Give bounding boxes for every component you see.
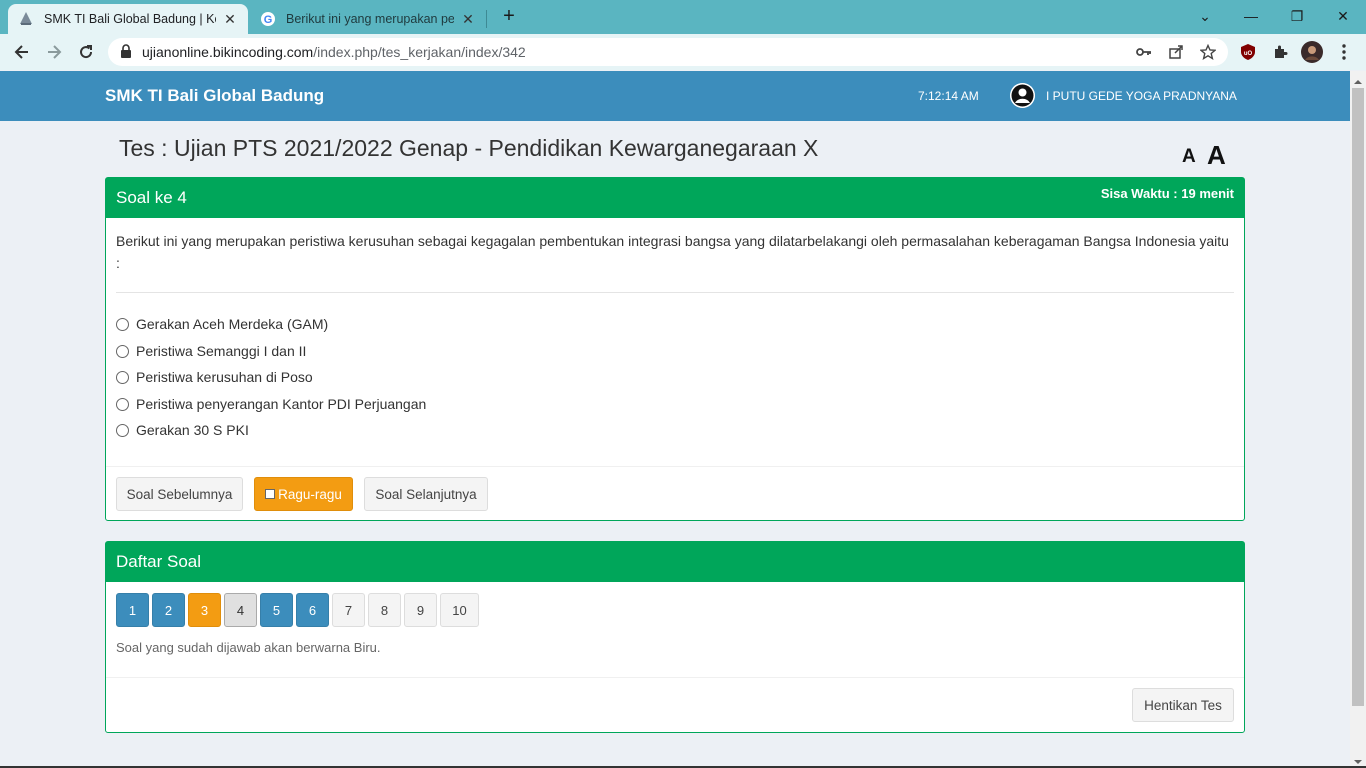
- question-number-button[interactable]: 6: [296, 593, 329, 627]
- extensions-puzzle-icon[interactable]: [1269, 41, 1291, 63]
- back-arrow-icon[interactable]: [10, 40, 34, 64]
- answer-option-label: Peristiwa kerusuhan di Poso: [136, 369, 313, 385]
- scroll-up-arrow-icon[interactable]: [1353, 74, 1363, 84]
- svg-text:G: G: [264, 14, 273, 26]
- answer-option-label: Gerakan 30 S PKI: [136, 422, 249, 438]
- question-list-title: Daftar Soal: [116, 552, 202, 571]
- browser-tab-active[interactable]: SMK TI Bali Global Badung | Kerja ✕: [8, 4, 248, 34]
- answer-radio[interactable]: [116, 317, 129, 331]
- question-box-footer-divider: [106, 466, 1244, 467]
- answer-radio[interactable]: [116, 370, 129, 384]
- answer-radio[interactable]: [116, 344, 129, 358]
- next-question-button[interactable]: Soal Selanjutnya: [364, 477, 488, 511]
- answer-option[interactable]: Peristiwa penyerangan Kantor PDI Perjuan…: [116, 396, 426, 412]
- previous-question-button[interactable]: Soal Sebelumnya: [116, 477, 243, 511]
- new-tab-plus-icon[interactable]: +: [498, 5, 520, 27]
- browser-tab-inactive[interactable]: G Berikut ini yang merupakan peris ✕: [250, 4, 486, 34]
- google-favicon-icon: G: [260, 11, 276, 27]
- bookmark-star-icon[interactable]: [1198, 42, 1218, 62]
- question-list-footer-divider: [106, 677, 1244, 678]
- share-icon[interactable]: [1166, 42, 1186, 62]
- scroll-down-arrow-icon[interactable]: [1353, 754, 1363, 764]
- answer-option[interactable]: Peristiwa Semanggi I dan II: [116, 343, 306, 359]
- site-brand[interactable]: SMK TI Bali Global Badung: [105, 86, 324, 106]
- answer-option[interactable]: Gerakan Aceh Merdeka (GAM): [116, 316, 328, 332]
- question-number-title: Soal ke 4: [116, 188, 187, 207]
- forward-arrow-icon[interactable]: [42, 40, 66, 64]
- stop-test-button[interactable]: Hentikan Tes: [1132, 688, 1234, 722]
- font-decrease-button[interactable]: A: [1182, 146, 1196, 168]
- svg-text:uO: uO: [1244, 51, 1253, 57]
- ublock-extension-icon[interactable]: uO: [1237, 41, 1259, 63]
- doubt-label: Ragu-ragu: [278, 486, 342, 502]
- question-number-button[interactable]: 2: [152, 593, 185, 627]
- reload-icon[interactable]: [74, 40, 98, 64]
- browser-menu-icon[interactable]: [1333, 41, 1355, 63]
- user-name[interactable]: I PUTU GEDE YOGA PRADNYANA: [1046, 89, 1237, 103]
- question-number-button[interactable]: 1: [116, 593, 149, 627]
- site-header: SMK TI Bali Global Badung 7:12:14 AM I P…: [0, 71, 1350, 121]
- tab-separator: [486, 10, 487, 28]
- browser-tab-bar: SMK TI Bali Global Badung | Kerja ✕ G Be…: [0, 0, 1366, 34]
- browser-toolbar: ujianonline.bikincoding.com/index.php/te…: [0, 34, 1366, 70]
- question-list-box: Daftar Soal 1 2 3 4 5 6 7 8 9 10 Soal ya…: [105, 541, 1245, 733]
- question-number-button[interactable]: 7: [332, 593, 365, 627]
- scroll-thumb[interactable]: [1352, 88, 1364, 706]
- tab-search-chevron-icon[interactable]: ⌄: [1182, 4, 1228, 28]
- answer-radio[interactable]: [116, 423, 129, 437]
- doubt-button[interactable]: Ragu-ragu: [254, 477, 353, 511]
- question-text: Berikut ini yang merupakan peristiwa ker…: [116, 233, 1229, 271]
- minimize-icon[interactable]: —: [1228, 4, 1274, 28]
- tab-title: Berikut ini yang merupakan peris: [286, 12, 454, 26]
- tab-title: SMK TI Bali Global Badung | Kerja: [44, 12, 216, 26]
- question-box: Soal ke 4 Sisa Waktu : 19 menit Berikut …: [105, 177, 1245, 521]
- question-number-button[interactable]: 9: [404, 593, 437, 627]
- question-number-button[interactable]: 10: [440, 593, 479, 627]
- lock-icon: [120, 43, 134, 61]
- answer-radio[interactable]: [116, 397, 129, 411]
- profile-avatar-icon[interactable]: [1301, 41, 1323, 63]
- page-scrollbar[interactable]: [1350, 71, 1366, 768]
- question-number-button[interactable]: 4: [224, 593, 257, 627]
- key-icon[interactable]: [1134, 42, 1154, 62]
- answer-option-label: Peristiwa Semanggi I dan II: [136, 343, 307, 359]
- question-number-button[interactable]: 5: [260, 593, 293, 627]
- question-number-button[interactable]: 8: [368, 593, 401, 627]
- school-favicon-icon: [18, 11, 34, 27]
- question-number-button[interactable]: 3: [188, 593, 221, 627]
- answer-option-label: Gerakan Aceh Merdeka (GAM): [136, 316, 329, 332]
- question-list-header: Daftar Soal: [106, 542, 1244, 582]
- question-divider: [116, 292, 1234, 293]
- close-window-icon[interactable]: ✕: [1320, 4, 1366, 28]
- answer-option[interactable]: Peristiwa kerusuhan di Poso: [116, 369, 313, 385]
- doubt-checkbox[interactable]: [265, 489, 276, 499]
- user-avatar-icon[interactable]: [1010, 83, 1035, 108]
- restore-icon[interactable]: ❐: [1274, 4, 1320, 28]
- answered-color-note: Soal yang sudah dijawab akan berwarna Bi…: [116, 640, 381, 655]
- remaining-time: Sisa Waktu : 19 menit: [1100, 186, 1234, 201]
- page-title: Tes : Ujian PTS 2021/2022 Genap - Pendid…: [119, 135, 819, 161]
- address-bar[interactable]: ujianonline.bikincoding.com/index.php/te…: [108, 38, 1228, 66]
- question-number-list: 1 2 3 4 5 6 7 8 9 10: [116, 593, 482, 627]
- url-path: /index.php/tes_kerjakan/index/342: [313, 44, 526, 60]
- font-increase-button[interactable]: A: [1207, 140, 1226, 171]
- clock: 7:12:14 AM: [918, 89, 979, 103]
- tab-close-icon[interactable]: ✕: [460, 11, 476, 28]
- question-box-header: Soal ke 4 Sisa Waktu : 19 menit: [106, 178, 1244, 218]
- tab-close-icon[interactable]: ✕: [222, 11, 238, 28]
- url-host: ujianonline.bikincoding.com: [142, 44, 314, 60]
- answer-option[interactable]: Gerakan 30 S PKI: [116, 422, 249, 438]
- answer-option-label: Peristiwa penyerangan Kantor PDI Perjuan…: [136, 396, 427, 412]
